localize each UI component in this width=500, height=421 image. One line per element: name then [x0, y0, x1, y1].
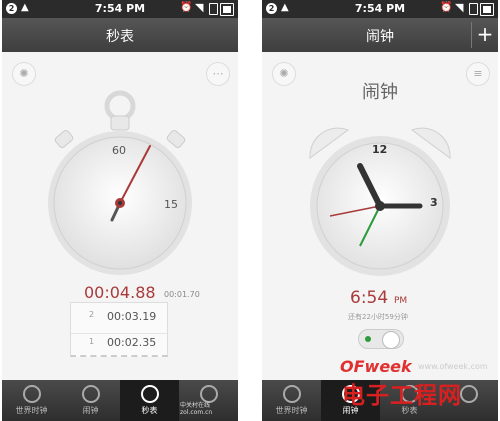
- toggle-knob: [382, 331, 400, 349]
- timer-icon: [459, 385, 478, 403]
- globe-icon: [22, 385, 41, 403]
- title-bar: 秒表: [2, 18, 238, 52]
- dial-label-12: 12: [372, 143, 388, 156]
- status-bar: 2 ▲ 7:54 PM ⏰ ◥: [262, 0, 498, 18]
- add-alarm-button[interactable]: +: [471, 22, 498, 48]
- wifi-icon: ◥: [195, 1, 204, 14]
- alarm-screen: 2 ▲ 7:54 PM ⏰ ◥ 闹钟 + ✺ ≡ 闹钟 12 3 6:54 PM…: [262, 0, 498, 421]
- lap-row: 2 00:03.19: [71, 310, 167, 328]
- page-title: 秒表: [106, 29, 134, 45]
- timer-icon: [199, 385, 218, 403]
- alarm-toggle[interactable]: [358, 329, 404, 349]
- stopwatch-screen: 2 ▲ 7:54 PM ⏰ ◥ 秒表 ✺ ⋯ 60 15 00:04.88 00…: [2, 0, 238, 421]
- current-lap-time: 00:01.70: [164, 290, 200, 299]
- battery-icon: [220, 3, 234, 16]
- tab-world-clock[interactable]: 世界时钟: [2, 380, 61, 421]
- settings-button[interactable]: ✺: [12, 62, 36, 86]
- wifi-icon: ◥: [455, 1, 464, 14]
- dial-label-3: 3: [430, 196, 438, 209]
- lap-row: 1 00:02.35: [71, 333, 167, 354]
- alarm-remaining: 还有22小时59分钟: [348, 313, 408, 321]
- tab-world-clock[interactable]: 世界时钟: [262, 380, 321, 421]
- lap-number: 2: [89, 310, 95, 319]
- dial-label-60: 60: [112, 144, 126, 157]
- lap-time: 00:03.19: [107, 310, 157, 323]
- alarm-icon: [81, 385, 100, 403]
- sim-icon: [209, 3, 218, 15]
- status-bar: 2 ▲ 7:54 PM ⏰ ◥: [2, 0, 238, 18]
- more-icon: ⋯: [212, 67, 224, 80]
- ofweek-watermark: OFweek: [340, 357, 412, 376]
- ofweek-url: www.ofweek.com: [418, 362, 488, 371]
- page-title: 闹钟: [366, 29, 394, 45]
- lap-time: 00:02.35: [107, 336, 157, 349]
- lap-list: 2 00:03.19 1 00:02.35: [70, 302, 168, 357]
- dial-label-15: 15: [164, 198, 178, 211]
- alarm-status-icon: ⏰: [440, 2, 453, 13]
- site-watermark: 电子工程网: [342, 383, 462, 409]
- stopwatch-dial: [48, 90, 192, 275]
- stopwatch-icon: [140, 385, 159, 403]
- watermark: 中关村在线 zol.com.cn: [180, 402, 213, 416]
- alarm-ampm: PM: [394, 296, 408, 306]
- elapsed-time: 00:04.88: [84, 283, 156, 302]
- alarm-status-icon: ⏰: [180, 2, 193, 13]
- alarm-heading: 闹钟: [362, 82, 398, 103]
- sim-icon: [469, 3, 478, 15]
- lap-number: 1: [89, 337, 95, 346]
- tab-stopwatch[interactable]: 秒表: [120, 380, 179, 421]
- toggle-indicator: [365, 336, 371, 342]
- alarm-time: 6:54: [350, 288, 389, 308]
- globe-icon: [282, 385, 301, 403]
- title-bar: 闹钟 +: [262, 18, 498, 52]
- tab-alarm[interactable]: 闹钟: [61, 380, 120, 421]
- battery-icon: [480, 3, 494, 16]
- more-button[interactable]: ⋯: [206, 62, 230, 86]
- gear-icon: ✺: [19, 67, 29, 80]
